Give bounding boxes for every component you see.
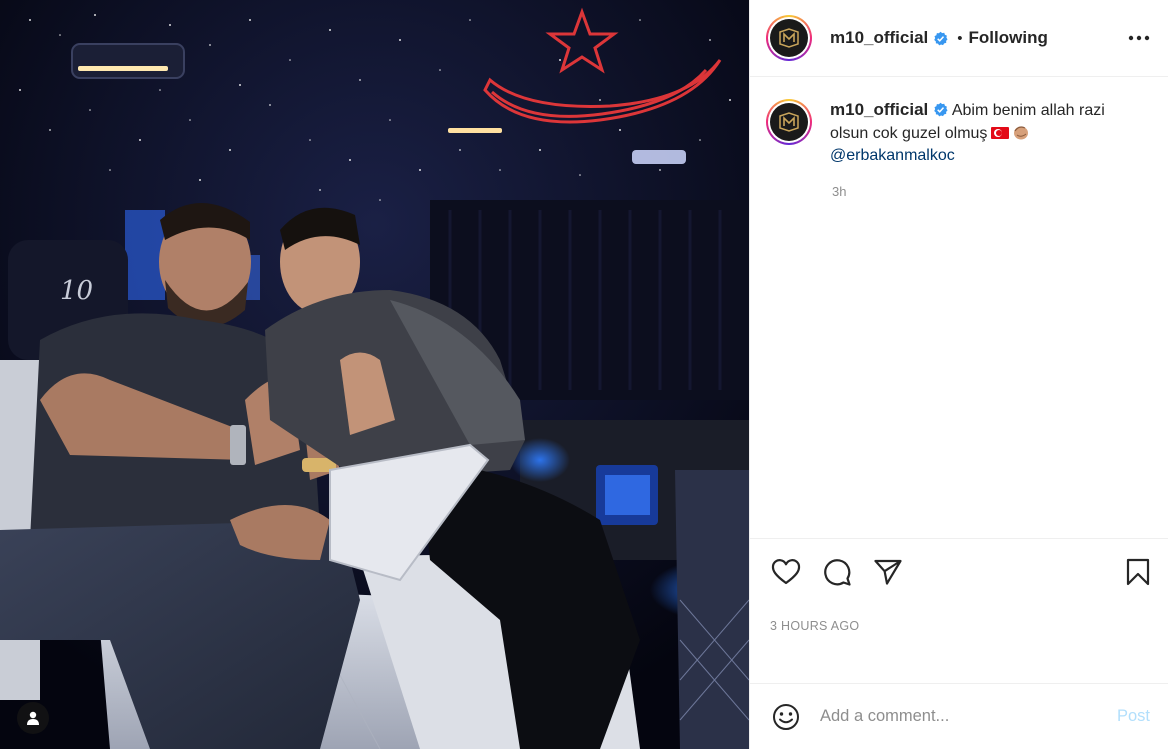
clapping-hands-icon	[1014, 125, 1029, 139]
post-side-panel: m10_official • Following m10_official Ab…	[749, 0, 1168, 749]
post-photo-scene	[0, 0, 749, 749]
more-horizontal-icon[interactable]	[1126, 25, 1152, 51]
turkey-flag-icon	[991, 126, 1010, 139]
caption-avatar-ring	[768, 101, 810, 143]
comment-glyph	[824, 559, 851, 586]
header-username[interactable]: m10_official	[830, 28, 928, 48]
post-timestamp[interactable]: 3 HOURS AGO	[750, 605, 1168, 684]
heart-icon[interactable]	[770, 556, 802, 588]
caption-text: m10_official Abim benim allah razi olsun…	[830, 99, 1130, 168]
mention-link[interactable]: @erbakanmalkoc	[830, 147, 955, 164]
avatar[interactable]	[766, 15, 812, 61]
caption-relative-time[interactable]: 3h	[832, 184, 1152, 199]
user-silhouette-icon	[27, 711, 39, 725]
more-dots-glyph	[1128, 35, 1150, 41]
verified-badge-icon	[934, 102, 948, 117]
bookmark-glyph	[1126, 558, 1150, 586]
heart-glyph	[771, 559, 801, 585]
m10-logo-mark	[779, 28, 799, 48]
comment-bar: Post	[750, 684, 1168, 749]
header-separator: •	[957, 29, 963, 47]
caption-area: m10_official Abim benim allah razi olsun…	[750, 77, 1168, 539]
post-image[interactable]: 10	[0, 0, 749, 749]
caption-username[interactable]: m10_official	[830, 100, 928, 119]
emoji-icon[interactable]	[770, 701, 802, 733]
m10-logo-icon	[770, 103, 808, 141]
m10-logo-mark	[779, 112, 799, 132]
send-glyph	[874, 559, 902, 585]
following-button[interactable]: Following	[969, 28, 1048, 48]
m10-logo-icon	[770, 19, 808, 57]
verified-badge-icon	[934, 31, 948, 45]
seat-number: 10	[60, 276, 94, 306]
emoji-glyph	[773, 703, 799, 730]
comment-icon[interactable]	[821, 556, 853, 588]
comment-input[interactable]	[820, 707, 1117, 726]
post-header: m10_official • Following	[750, 0, 1168, 77]
caption-avatar[interactable]	[766, 99, 812, 145]
send-icon[interactable]	[872, 556, 904, 588]
caption-row: m10_official Abim benim allah razi olsun…	[766, 99, 1152, 168]
bookmark-icon[interactable]	[1122, 556, 1154, 588]
post-comment-button[interactable]: Post	[1117, 707, 1150, 726]
tagged-user-icon[interactable]	[17, 702, 49, 734]
action-bar	[750, 539, 1168, 605]
avatar-ring	[768, 17, 810, 59]
